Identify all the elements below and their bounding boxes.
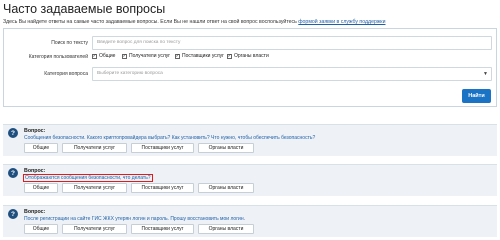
- find-button[interactable]: Найти: [462, 89, 491, 103]
- support-form-link[interactable]: формой заявки в службу поддержки: [298, 19, 385, 25]
- question-link[interactable]: Отображаются сообщения безопасности, что…: [23, 174, 153, 182]
- filter-panel: Поиск по тексту Введите вопрос для поиск…: [3, 28, 497, 107]
- checkbox-service-recipients[interactable]: ✓ Получатели услуг: [122, 53, 170, 59]
- check-icon: ✓: [92, 52, 97, 59]
- checkbox-label: Общие: [99, 53, 116, 59]
- question-card: ? Вопрос: Сообщения безопасности. Какого…: [3, 124, 497, 156]
- checkbox-service-providers[interactable]: ✓ Поставщики услуг: [175, 53, 224, 59]
- tag-authorities[interactable]: Органы власти: [198, 183, 254, 193]
- search-input[interactable]: Введите вопрос для поиска по тексту: [92, 36, 492, 50]
- question-icon: ?: [8, 128, 18, 138]
- checkbox-general[interactable]: ✓ Общие: [92, 53, 115, 59]
- question-icon: ?: [8, 209, 18, 219]
- tag-service-recipients[interactable]: Получатели услуг: [62, 183, 127, 193]
- question-label: Вопрос:: [24, 168, 46, 174]
- question-label: Вопрос:: [24, 209, 46, 215]
- tag-service-providers[interactable]: Поставщики услуг: [131, 143, 194, 153]
- checkbox-authorities[interactable]: ✓ Органы власти: [227, 53, 269, 59]
- checkbox-label: Получатели услуг: [129, 53, 171, 59]
- tag-service-providers[interactable]: Поставщики услуг: [131, 183, 194, 193]
- page-title: Часто задаваемые вопросы: [3, 2, 166, 16]
- question-link[interactable]: Сообщения безопасности. Какого криптопро…: [24, 135, 315, 141]
- tag-service-recipients[interactable]: Получатели услуг: [62, 224, 127, 234]
- check-icon: ✓: [122, 52, 127, 59]
- question-card: ? Вопрос: Отображаются сообщения безопас…: [3, 164, 497, 196]
- user-category-label: Категория пользователей: [28, 54, 88, 60]
- search-label: Поиск по тексту: [51, 40, 88, 46]
- checkbox-label: Органы власти: [234, 53, 269, 59]
- check-icon: ✓: [175, 52, 180, 59]
- question-icon: ?: [8, 168, 18, 178]
- intro-text: Здесь Вы найдете ответы на самые часто з…: [3, 19, 385, 25]
- tag-general[interactable]: Общие: [24, 224, 58, 234]
- tag-authorities[interactable]: Органы власти: [198, 143, 254, 153]
- question-link[interactable]: После регистрации на сайте ГИС ЖКХ утеря…: [24, 216, 245, 222]
- tag-authorities[interactable]: Органы власти: [198, 224, 254, 234]
- question-category-label: Категория вопроса: [44, 71, 88, 77]
- tag-service-recipients[interactable]: Получатели услуг: [62, 143, 127, 153]
- question-category-select[interactable]: Выберите категорию вопроса ▼: [92, 67, 492, 81]
- checkbox-label: Поставщики услуг: [182, 53, 225, 59]
- tag-general[interactable]: Общие: [24, 143, 58, 153]
- question-card: ? Вопрос: После регистрации на сайте ГИС…: [3, 205, 497, 237]
- chevron-down-icon: ▼: [483, 71, 488, 77]
- check-icon: ✓: [227, 52, 232, 59]
- intro-text-body: Здесь Вы найдете ответы на самые часто з…: [3, 19, 299, 25]
- select-placeholder: Выберите категорию вопроса: [97, 71, 163, 76]
- question-label: Вопрос:: [24, 128, 46, 134]
- tag-service-providers[interactable]: Поставщики услуг: [131, 224, 194, 234]
- tag-general[interactable]: Общие: [24, 183, 58, 193]
